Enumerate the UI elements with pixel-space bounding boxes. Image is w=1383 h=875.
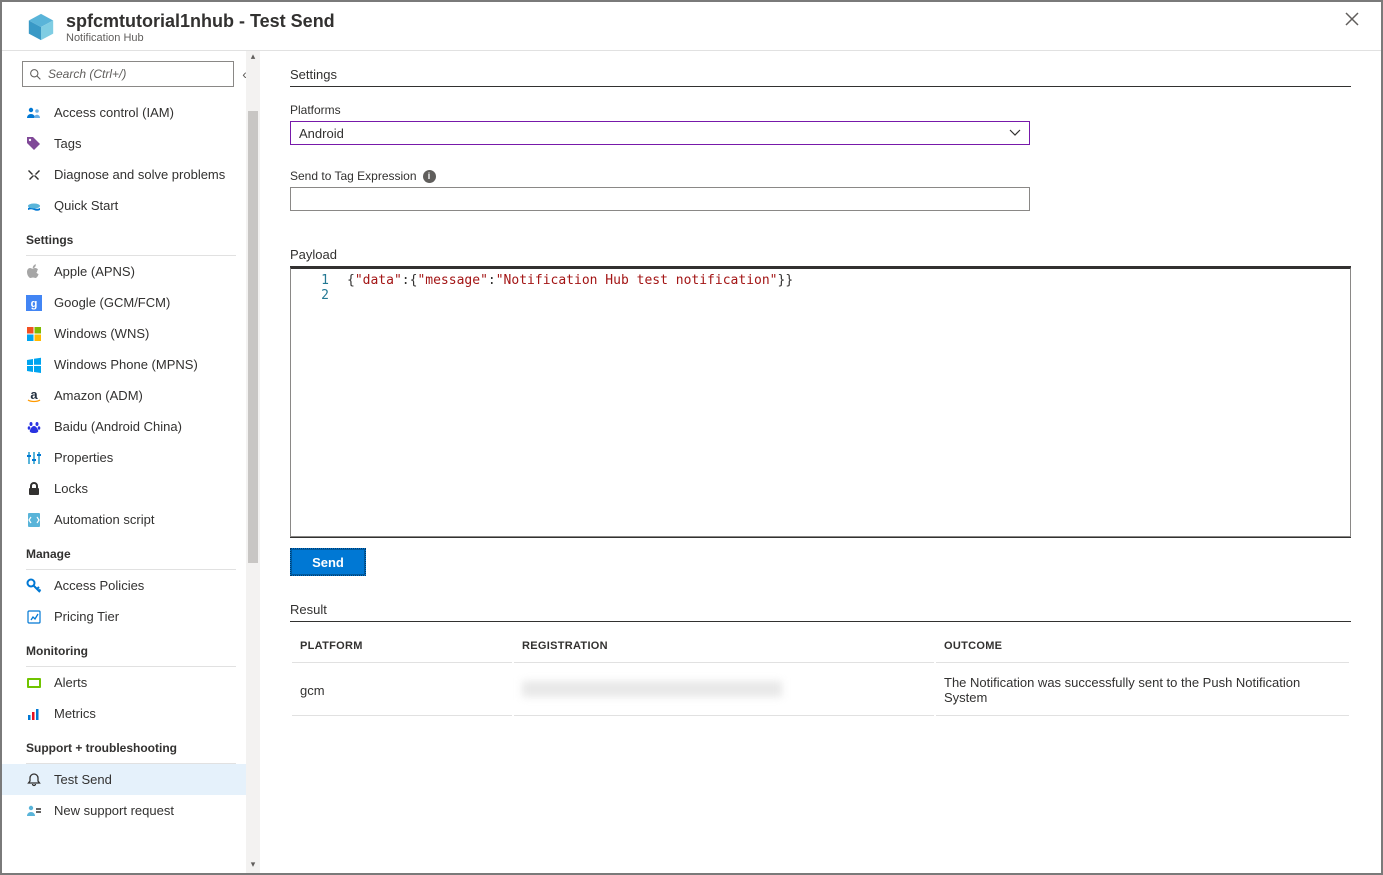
nav-item-amazon[interactable]: a Amazon (ADM) (2, 380, 260, 411)
quick-icon (26, 198, 42, 214)
info-icon[interactable]: i (423, 170, 436, 183)
nav-label: Automation script (54, 512, 154, 527)
nav-item-metrics[interactable]: Metrics (2, 698, 260, 729)
nav-item-script[interactable]: Automation script (2, 504, 260, 535)
winphone-icon (26, 357, 42, 373)
nav-item-baidu[interactable]: Baidu (Android China) (2, 411, 260, 442)
baidu-icon (26, 419, 42, 435)
nav-item-quick[interactable]: Quick Start (2, 190, 260, 221)
nav-item-pricing[interactable]: Pricing Tier (2, 601, 260, 632)
settings-heading: Settings (290, 67, 1351, 86)
alerts-icon (26, 675, 42, 691)
tag-expression-label: Send to Tag Expression i (290, 169, 1351, 183)
blade-title: spfcmtutorial1nhub - Test Send (66, 10, 335, 32)
result-row: gcm The Notification was successfully se… (292, 665, 1349, 716)
script-icon (26, 512, 42, 528)
tag-expression-input[interactable] (290, 187, 1030, 211)
send-button[interactable]: Send (290, 548, 366, 576)
divider (290, 621, 1351, 622)
svg-text:a: a (30, 388, 38, 402)
nav-item-testsend[interactable]: Test Send (2, 764, 260, 795)
search-input[interactable]: Search (Ctrl+/) (22, 61, 234, 87)
svg-text:g: g (31, 298, 38, 310)
nav-label: Locks (54, 481, 88, 496)
cell-registration (514, 665, 934, 716)
platforms-value: Android (299, 126, 344, 141)
nav-item-props[interactable]: Properties (2, 442, 260, 473)
apple-icon (26, 264, 42, 280)
nav-item-google[interactable]: g Google (GCM/FCM) (2, 287, 260, 318)
nav-section-manage: Manage (2, 535, 260, 567)
locks-icon (26, 481, 42, 497)
nav-label: New support request (54, 803, 174, 818)
result-table: PLATFORM REGISTRATION OUTCOME gcm The No… (290, 628, 1351, 718)
nav-item-diagnose[interactable]: Diagnose and solve problems (2, 159, 260, 190)
amazon-icon: a (26, 388, 42, 404)
search-icon (29, 68, 42, 81)
iam-icon (26, 105, 42, 121)
col-registration: REGISTRATION (514, 630, 934, 663)
nav-item-locks[interactable]: Locks (2, 473, 260, 504)
nav-label: Properties (54, 450, 113, 465)
col-platform: PLATFORM (292, 630, 512, 663)
payload-editor[interactable]: 12 {"data":{"message":"Notification Hub … (290, 267, 1351, 537)
close-button[interactable] (1339, 10, 1365, 28)
nav-section-monitoring: Monitoring (2, 632, 260, 664)
nav-item-iam[interactable]: Access control (IAM) (2, 97, 260, 128)
sidebar-scrollbar[interactable]: ▴ ▾ (246, 51, 260, 873)
blade-header: spfcmtutorial1nhub - Test Send Notificat… (2, 2, 1381, 51)
nav-label: Tags (54, 136, 81, 151)
nav-label: Baidu (Android China) (54, 419, 182, 434)
nav-label: Apple (APNS) (54, 264, 135, 279)
nav-item-support[interactable]: New support request (2, 795, 260, 826)
nav-label: Metrics (54, 706, 96, 721)
nav-label: Windows Phone (MPNS) (54, 357, 198, 372)
divider (290, 86, 1351, 87)
google-icon: g (26, 295, 42, 311)
props-icon (26, 450, 42, 466)
nav-label: Test Send (54, 772, 112, 787)
diagnose-icon (26, 167, 42, 183)
nav-label: Access Policies (54, 578, 144, 593)
result-heading: Result (290, 602, 1351, 621)
testsend-icon (26, 772, 42, 788)
nav-label: Alerts (54, 675, 87, 690)
nav-label: Pricing Tier (54, 609, 119, 624)
divider (290, 537, 1351, 538)
chevron-down-icon (1009, 129, 1021, 137)
tags-icon (26, 136, 42, 152)
key-icon (26, 578, 42, 594)
nav-label: Quick Start (54, 198, 118, 213)
search-placeholder: Search (Ctrl+/) (48, 67, 126, 81)
nav-item-winphone[interactable]: Windows Phone (MPNS) (2, 349, 260, 380)
platforms-select[interactable]: Android (290, 121, 1030, 145)
cell-outcome: The Notification was successfully sent t… (936, 665, 1349, 716)
col-outcome: OUTCOME (936, 630, 1349, 663)
sidebar: Search (Ctrl+/) « Access control (IAM)Ta… (2, 51, 260, 873)
resource-icon (26, 12, 56, 42)
nav-section-support: Support + troubleshooting (2, 729, 260, 761)
windows-icon (26, 326, 42, 342)
platforms-label: Platforms (290, 103, 1351, 117)
nav-item-windows[interactable]: Windows (WNS) (2, 318, 260, 349)
metrics-icon (26, 706, 42, 722)
nav-section-settings: Settings (2, 221, 260, 253)
pricing-icon (26, 609, 42, 625)
nav-item-key[interactable]: Access Policies (2, 570, 260, 601)
nav-item-apple[interactable]: Apple (APNS) (2, 256, 260, 287)
cell-platform: gcm (292, 665, 512, 716)
main-content: Settings Platforms Android Send to Tag E… (260, 51, 1381, 873)
support-icon (26, 803, 42, 819)
editor-gutter: 12 (291, 269, 339, 536)
nav-label: Amazon (ADM) (54, 388, 143, 403)
editor-code[interactable]: {"data":{"message":"Notification Hub tes… (339, 269, 1350, 536)
nav-item-tags[interactable]: Tags (2, 128, 260, 159)
nav-label: Google (GCM/FCM) (54, 295, 170, 310)
nav-item-alerts[interactable]: Alerts (2, 667, 260, 698)
blade-subtitle: Notification Hub (66, 32, 335, 44)
nav-label: Diagnose and solve problems (54, 167, 225, 182)
nav-label: Access control (IAM) (54, 105, 174, 120)
payload-heading: Payload (290, 247, 1351, 266)
nav-label: Windows (WNS) (54, 326, 149, 341)
